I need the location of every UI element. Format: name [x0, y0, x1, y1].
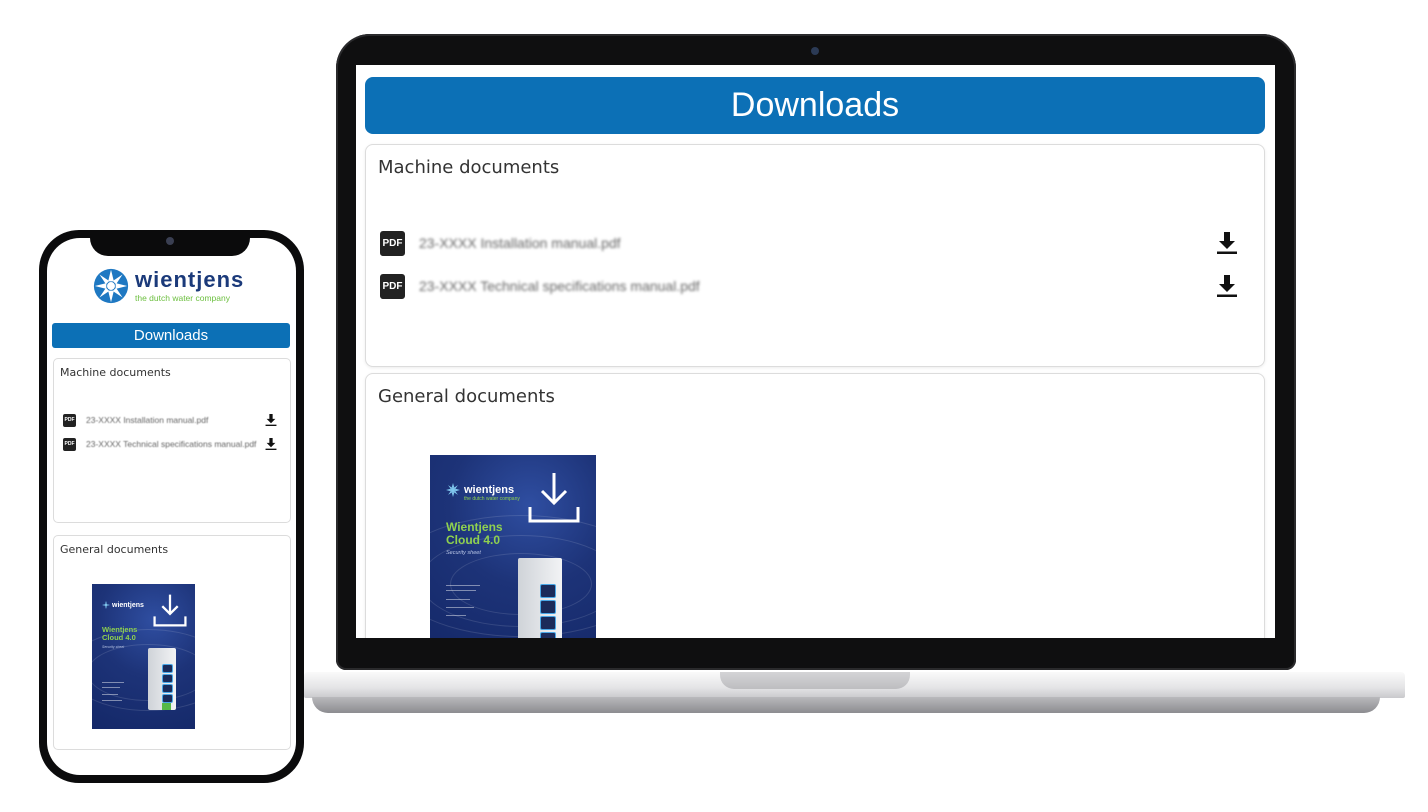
- page-title-banner: Downloads: [52, 323, 290, 348]
- machine-documents-card: Machine documents PDF 23-XXXX Installati…: [365, 144, 1265, 367]
- general-documents-card: General documents wientjens Wientjens Cl…: [53, 535, 291, 750]
- brochure-title: Wientjens Cloud 4.0: [446, 520, 503, 548]
- brochure-tagline: the dutch water company: [464, 496, 520, 502]
- section-title: Machine documents: [378, 157, 560, 178]
- phone-screen: wientjens the dutch water company Downlo…: [47, 238, 296, 775]
- download-icon: [528, 473, 580, 523]
- page-title: Downloads: [730, 86, 900, 124]
- logo-tagline: the dutch water company: [135, 293, 230, 303]
- document-name[interactable]: 23-XXXX Installation manual.pdf: [86, 415, 265, 426]
- wientjens-logo-icon: [93, 268, 129, 304]
- wientjens-logo: wientjens the dutch water company: [93, 268, 244, 304]
- brochure-thumbnail[interactable]: wientjens Wientjens Cloud 4.0 Security s…: [92, 584, 195, 729]
- pdf-icon: PDF: [380, 230, 405, 256]
- device-image: [518, 558, 562, 638]
- download-icon[interactable]: [265, 413, 277, 427]
- laptop-camera: [811, 47, 819, 55]
- section-title: General documents: [378, 386, 555, 407]
- brochure-subtitle: Security sheet: [446, 550, 481, 556]
- page-title-banner: Downloads: [365, 77, 1265, 134]
- download-icon: [153, 594, 187, 627]
- download-icon[interactable]: [265, 437, 277, 451]
- machine-documents-card: Machine documents PDF 23-XXXX Installati…: [53, 358, 291, 523]
- section-title: General documents: [60, 543, 169, 556]
- brochure-brand: wientjens: [446, 483, 514, 497]
- document-name[interactable]: 23-XXXX Technical specifications manual.…: [419, 278, 1216, 294]
- download-icon[interactable]: [1216, 231, 1238, 255]
- wientjens-logo-icon: [446, 483, 460, 497]
- section-title: Machine documents: [60, 366, 171, 379]
- laptop-screen: Downloads Machine documents PDF 23-XXXX …: [356, 65, 1275, 638]
- document-row[interactable]: PDF 23-XXXX Technical specifications man…: [380, 273, 1240, 299]
- pdf-icon: PDF: [380, 273, 405, 299]
- download-icon[interactable]: [1216, 274, 1238, 298]
- brochure-thumbnail[interactable]: wientjens the dutch water company Wientj…: [430, 455, 596, 638]
- laptop-opening-notch: [720, 672, 910, 689]
- pdf-icon: PDF: [63, 437, 76, 451]
- device-image: [148, 648, 176, 710]
- wientjens-logo-icon: [102, 601, 110, 609]
- document-row[interactable]: PDF 23-XXXX Technical specifications man…: [63, 437, 277, 451]
- pdf-icon: PDF: [63, 413, 76, 427]
- page-title: Downloads: [133, 327, 209, 344]
- phone-camera: [166, 237, 174, 245]
- laptop-base-edge: [312, 697, 1380, 713]
- document-row[interactable]: PDF 23-XXXX Installation manual.pdf: [380, 230, 1240, 256]
- general-documents-card: General documents wientjens the dutch wa…: [365, 373, 1265, 638]
- brochure-subtitle: Security sheet: [102, 645, 125, 649]
- document-row[interactable]: PDF 23-XXXX Installation manual.pdf: [63, 413, 277, 427]
- document-name[interactable]: 23-XXXX Technical specifications manual.…: [86, 439, 265, 450]
- brochure-brand: wientjens: [102, 601, 144, 609]
- brochure-title: Wientjens Cloud 4.0: [102, 625, 138, 643]
- document-name[interactable]: 23-XXXX Installation manual.pdf: [419, 235, 1216, 251]
- logo-wordmark: wientjens: [135, 267, 245, 292]
